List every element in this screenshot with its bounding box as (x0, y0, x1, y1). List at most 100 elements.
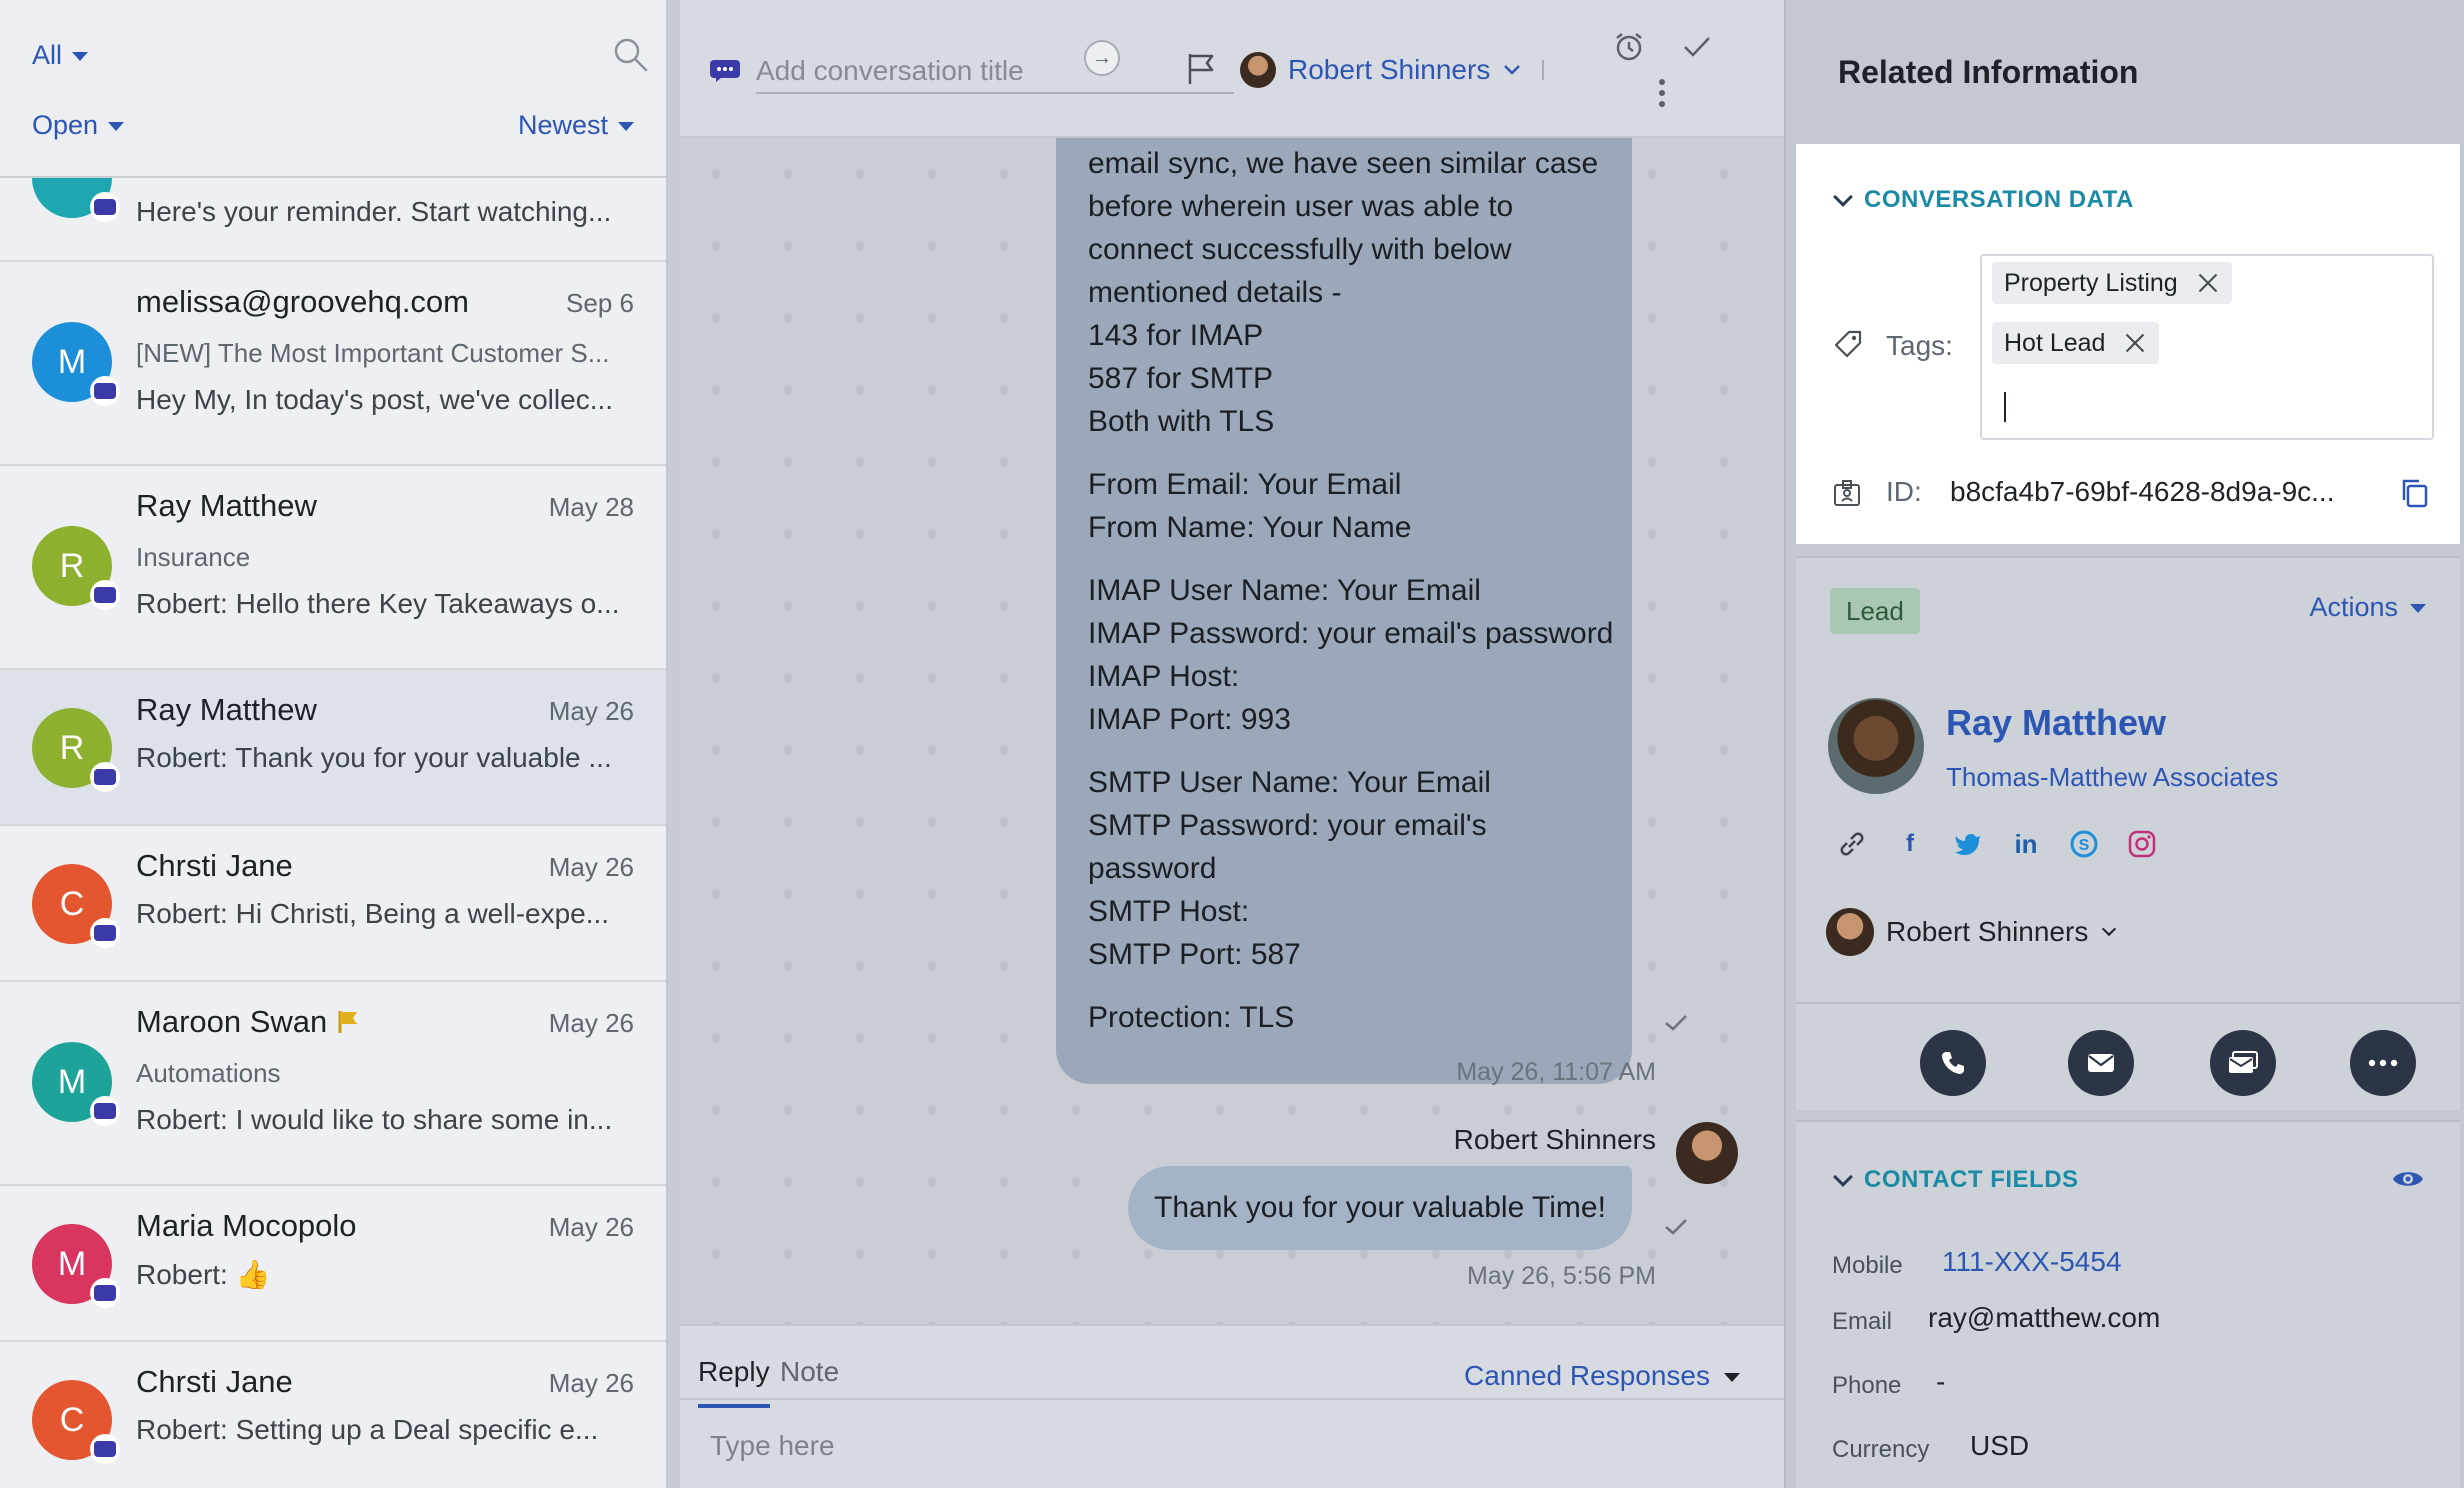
tab-note[interactable]: Note (780, 1356, 839, 1388)
avatar: R (32, 526, 120, 610)
owner-dropdown[interactable]: Robert Shinners (1826, 908, 2117, 956)
more-options-icon[interactable] (1658, 78, 1666, 108)
contact-fields-toggle[interactable]: CONTACT FIELDS (1833, 1166, 2079, 1194)
conversation-row[interactable]: M Maria Mocopolo May 26 Robert: 👍 (0, 1186, 666, 1342)
message-thread: email sync, we have seen similar case bef… (680, 138, 1784, 1324)
copy-icon[interactable] (2400, 478, 2428, 508)
contact-company-link[interactable]: Thomas-Matthew Associates (1946, 762, 2278, 793)
reply-input[interactable] (710, 1426, 1710, 1466)
tags-label: Tags: (1886, 330, 1953, 361)
message-line: 143 for IMAP (1088, 319, 1264, 352)
tag-chip: Property Listing (1992, 262, 2232, 304)
message-paragraph: email sync, we have seen similar case bef… (1088, 142, 1600, 443)
search-icon[interactable] (612, 36, 650, 74)
panel-title: Related Information (1838, 54, 2139, 90)
conversations-button[interactable] (2210, 1030, 2276, 1096)
contact-name: Ray Matthew (136, 692, 317, 727)
chat-icon (90, 1096, 120, 1126)
conversation-name: melissa@groovehq.com (136, 284, 469, 320)
message-line: email sync, we have seen similar case (1088, 147, 1599, 180)
flag-icon[interactable] (1186, 52, 1218, 86)
instagram-icon[interactable] (2126, 828, 2158, 860)
avatar (1826, 908, 1874, 956)
avatar-initial: R (59, 728, 85, 767)
alarm-clock-icon[interactable] (1614, 32, 1644, 62)
sort-dropdown[interactable]: Newest (518, 110, 634, 141)
conversation-list: Here's your reminder. Start watching... M… (0, 138, 666, 1488)
compose-area: Reply Note Canned Responses (680, 1324, 1784, 1488)
status-label: Open (32, 110, 99, 140)
conversation-preview: Robert: Hi Christi, Being a well-expe... (136, 898, 610, 929)
filter-dropdown[interactable]: All (32, 40, 89, 71)
conversation-row[interactable]: R Ray Matthew May 26 Robert: Thank you for … (0, 670, 666, 826)
field-value-mobile[interactable]: 111-XXX-5454 (1942, 1246, 2122, 1278)
skype-icon[interactable]: S (2068, 828, 2100, 860)
avatar-initial: R (59, 546, 85, 585)
conversation-date: May 26 (548, 1008, 634, 1038)
conversation-date: May 26 (548, 696, 634, 726)
collapse-panel-icon[interactable]: → (1084, 40, 1120, 76)
status-badge: Lead (1830, 588, 1920, 634)
conversation-data-toggle[interactable]: CONVERSATION DATA (1833, 186, 2134, 214)
field-value-phone: - (1936, 1366, 1946, 1397)
tags-input[interactable]: Property Listing Hot Lead (1980, 254, 2434, 440)
tab-reply[interactable]: Reply (698, 1356, 770, 1408)
conversation-date: May 26 (548, 1212, 634, 1242)
facebook-icon[interactable]: f (1894, 828, 1926, 860)
status-dropdown[interactable]: Open (32, 110, 125, 141)
conversation-name: Ray Matthew (136, 488, 317, 524)
flag-icon (338, 1011, 358, 1033)
more-actions-button[interactable] (2350, 1030, 2416, 1096)
canned-responses-dropdown[interactable]: Canned Responses (1464, 1360, 1740, 1392)
email-button[interactable] (2068, 1030, 2134, 1096)
conversation-row[interactable]: R Ray Matthew May 28 Insurance Robert: Hello… (0, 466, 666, 670)
related-info-panel: Related Information CONVERSATION DATA Ta… (1784, 0, 2464, 1488)
conversation-row[interactable]: C Chrsti Jane May 26 Robert: Setting up a D… (0, 1342, 666, 1488)
close-icon[interactable] (2125, 333, 2145, 353)
close-icon[interactable] (2198, 273, 2218, 293)
resolve-check-icon[interactable] (1682, 32, 1712, 62)
field-label-email: Email (1832, 1308, 1893, 1335)
chevron-down-icon (108, 122, 125, 131)
conversation-row[interactable]: C Chrsti Jane May 26 Robert: Hi Christi, Be… (0, 826, 666, 982)
message-line: password (1088, 852, 1217, 885)
message-bubble-incoming: email sync, we have seen similar case bef… (1056, 138, 1632, 1084)
message-line: 587 for SMTP (1088, 362, 1274, 395)
sort-label: Newest (517, 110, 608, 140)
linkedin-icon[interactable]: in (2010, 828, 2042, 860)
eye-icon[interactable] (2392, 1168, 2424, 1190)
avatar-initial: M (57, 342, 87, 381)
field-label-phone: Phone (1832, 1372, 1902, 1399)
avatar: R (32, 708, 120, 792)
link-icon[interactable] (1836, 828, 1868, 860)
contact-name: melissa@groovehq.com (136, 284, 469, 319)
canned-responses-label: Canned Responses (1464, 1360, 1710, 1391)
call-button[interactable] (1920, 1030, 1986, 1096)
conversation-row[interactable]: Mmelissa@groovehq.com Sep 6 [NEW] The Most… (0, 262, 666, 466)
conversation-row[interactable]: M Maroon Swan May 26 Automations Robert: I w… (0, 982, 666, 1186)
actions-dropdown[interactable]: Actions (2309, 592, 2426, 623)
list-header: All Open Newest (0, 0, 666, 178)
avatar (1240, 52, 1276, 88)
avatar: C (32, 864, 120, 948)
message-line: Both with TLS (1088, 405, 1275, 438)
message-line: Protection: TLS (1088, 1001, 1295, 1034)
conversation-name: Maroon Swan (136, 1004, 359, 1040)
assignee-dropdown[interactable]: Robert Shinners (1240, 52, 1545, 88)
chevron-down-icon (72, 52, 89, 61)
conversation-preview: Robert: 👍 (136, 1259, 271, 1290)
message-paragraph: IMAP User Name: Your Email IMAP Password:… (1088, 569, 1613, 741)
avatar: M (32, 1224, 120, 1308)
avatar-initial: M (57, 1244, 87, 1283)
twitter-icon[interactable] (1952, 828, 1984, 860)
contact-name: Chrsti Jane (136, 848, 293, 883)
conversation-date: May 28 (548, 492, 634, 522)
conversation-title-input[interactable] (756, 50, 1234, 94)
message-paragraph: From Email: Your Email From Name: Your Na… (1088, 463, 1600, 549)
contact-name-link[interactable]: Ray Matthew (1946, 702, 2166, 744)
more-options-icon (2368, 1059, 2398, 1067)
conversation-row[interactable]: Here's your reminder. Start watching... (0, 138, 666, 262)
check-icon (1665, 1015, 1687, 1031)
tag-chip: Hot Lead (1992, 322, 2160, 364)
message-line: IMAP Port: 993 (1088, 703, 1291, 736)
